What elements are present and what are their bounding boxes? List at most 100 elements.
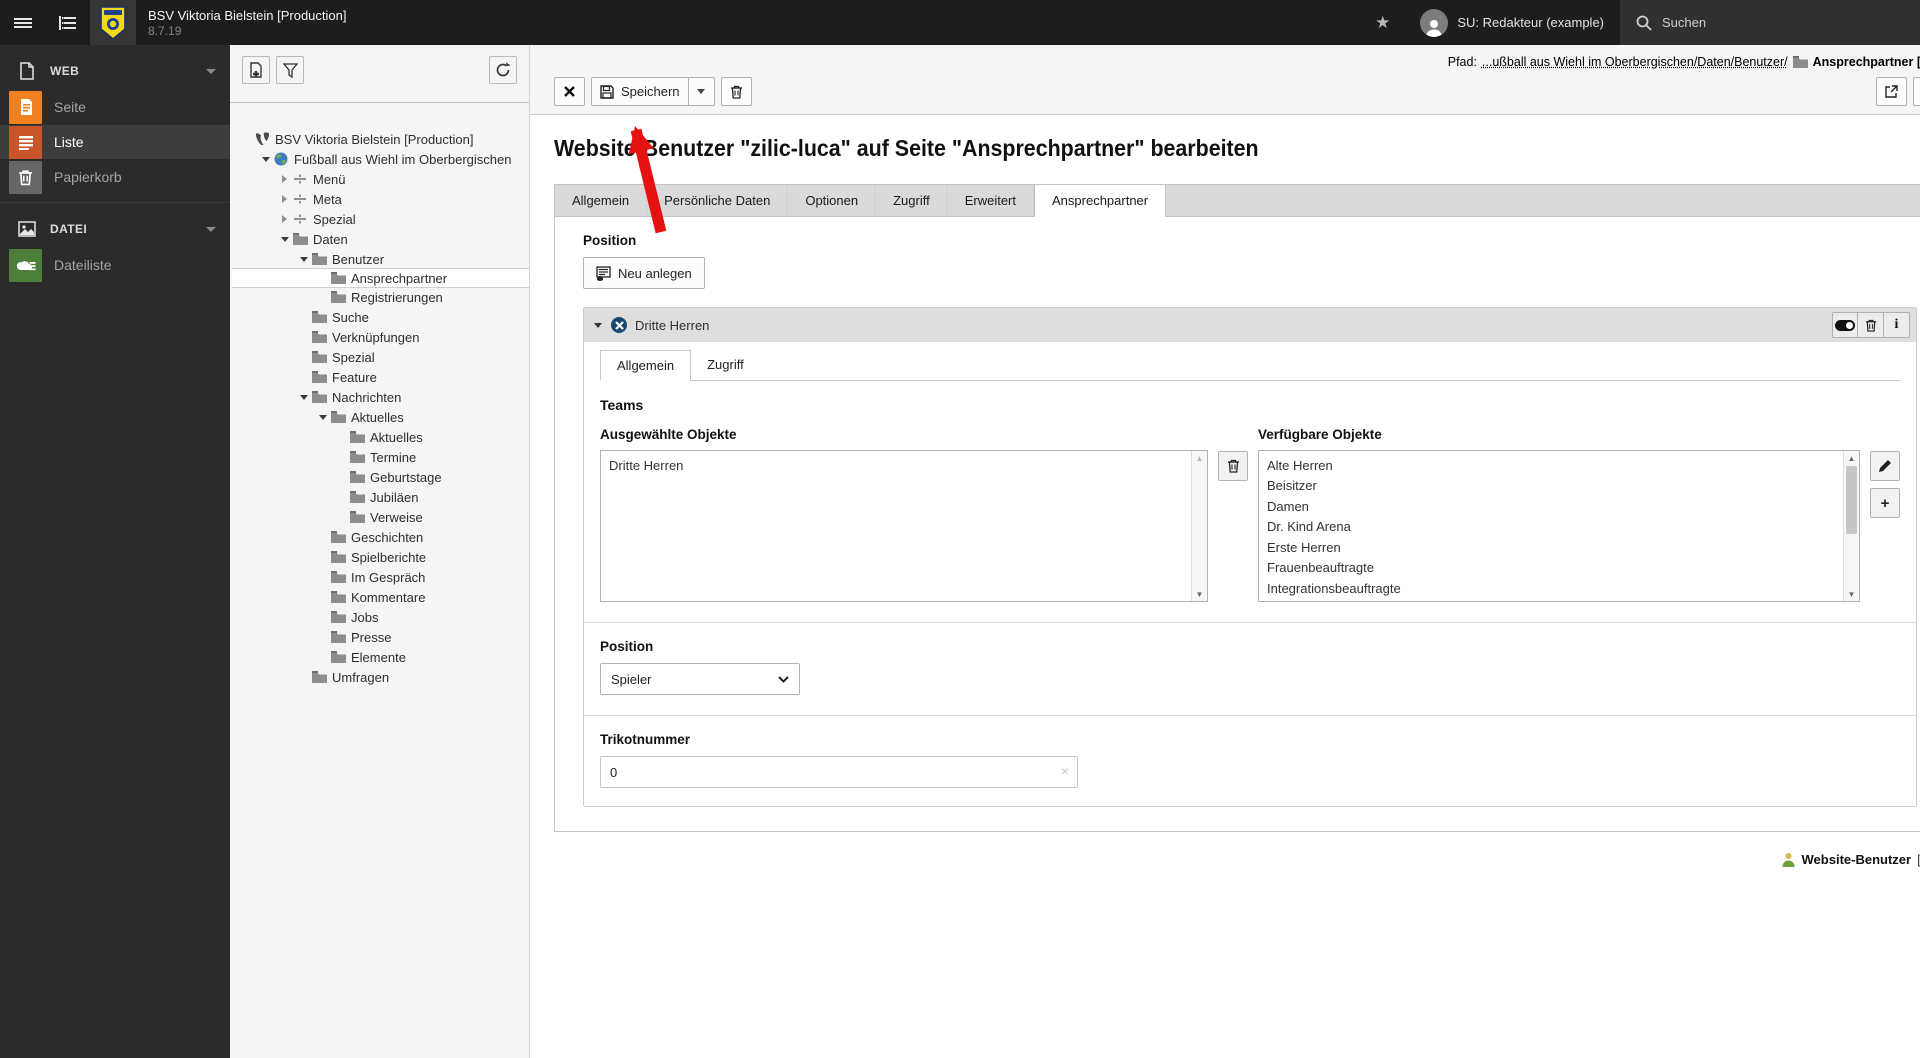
- save-button[interactable]: Speichern: [591, 77, 689, 106]
- info-button[interactable]: i: [1884, 312, 1910, 338]
- scroll-up-icon[interactable]: ▲: [1192, 451, 1207, 465]
- tree-node-label: Fußball aus Wiehl im Oberbergischen: [294, 151, 512, 167]
- delete-button[interactable]: [720, 77, 752, 106]
- tree-node-elemente[interactable]: Elemente: [236, 647, 525, 667]
- tab-optionen[interactable]: Optionen: [788, 185, 877, 216]
- add-button[interactable]: +: [1870, 488, 1900, 518]
- sidebar-item-papierkorb[interactable]: Papierkorb: [0, 160, 230, 194]
- globe-icon: [272, 152, 290, 166]
- refresh-button[interactable]: [489, 56, 517, 84]
- clear-input-icon[interactable]: ×: [1061, 763, 1069, 779]
- tree-node-bsv-viktoria-bielstein-production[interactable]: BSV Viktoria Bielstein [Production]: [236, 129, 525, 149]
- tab-zugriff[interactable]: Zugriff: [876, 185, 948, 216]
- scroll-down-icon[interactable]: ▼: [1192, 587, 1207, 601]
- edit-button[interactable]: [1870, 451, 1900, 481]
- collapse-arrow-icon[interactable]: [297, 256, 310, 262]
- scroll-thumb[interactable]: [1846, 466, 1857, 534]
- option-junge-frauen[interactable]: Junge Frauen: [1259, 599, 1843, 602]
- tree-node-men[interactable]: Menü: [236, 169, 525, 189]
- tree-node-fu-ball-aus-wiehl-im-oberbergischen[interactable]: Fußball aus Wiehl im Oberbergischen: [236, 149, 525, 169]
- bookmark-star-icon[interactable]: ★: [1361, 0, 1404, 45]
- option-integrationsbeauftragte[interactable]: Integrationsbeauftragte: [1259, 578, 1843, 599]
- tree-node-jubil-en[interactable]: Jubiläen: [236, 487, 525, 507]
- collapse-arrow-icon[interactable]: [316, 414, 329, 420]
- expand-arrow-icon[interactable]: [278, 215, 291, 223]
- folder-icon: [348, 511, 366, 523]
- inline-tab-zugriff[interactable]: Zugriff: [691, 350, 760, 380]
- tree-node-suche[interactable]: Suche: [236, 307, 525, 327]
- tree-node-verkn-pfungen[interactable]: Verknüpfungen: [236, 327, 525, 347]
- option-erste-herren[interactable]: Erste Herren: [1259, 537, 1843, 558]
- create-new-button[interactable]: Neu anlegen: [583, 257, 705, 289]
- inline-tab-allgemein[interactable]: Allgemein: [600, 350, 692, 381]
- option-alte-herren[interactable]: Alte Herren: [1259, 455, 1843, 476]
- expand-arrow-icon[interactable]: [278, 175, 291, 183]
- close-button[interactable]: [554, 77, 585, 106]
- module-section-web[interactable]: WEB: [0, 53, 230, 89]
- user-menu[interactable]: SU: Redakteur (example): [1404, 0, 1620, 45]
- save-options-caret[interactable]: [688, 77, 715, 106]
- option-beisitzer[interactable]: Beisitzer: [1259, 476, 1843, 497]
- tree-node-meta[interactable]: Meta: [236, 189, 525, 209]
- option-dritte-herren[interactable]: Dritte Herren: [601, 455, 1191, 476]
- expand-arrow-icon[interactable]: [278, 195, 291, 203]
- position-select[interactable]: Spieler: [600, 663, 800, 695]
- menu-toggle-icon[interactable]: [0, 0, 45, 45]
- tree-node-feature[interactable]: Feature: [236, 367, 525, 387]
- tab-allgemein[interactable]: Allgemein: [555, 185, 648, 216]
- module-section-datei[interactable]: DATEI: [0, 211, 230, 247]
- bookmark-button[interactable]: [1913, 77, 1920, 106]
- tree-node-verweise[interactable]: Verweise: [236, 507, 525, 527]
- shirt-number-input[interactable]: [600, 756, 1078, 788]
- tree-node-geschichten[interactable]: Geschichten: [236, 527, 525, 547]
- scroll-up-icon[interactable]: ▲: [1844, 451, 1859, 465]
- collapse-arrow-icon[interactable]: [278, 236, 291, 242]
- tree-node-ansprechpartner[interactable]: Ansprechpartner: [232, 268, 529, 288]
- tree-node-kommentare[interactable]: Kommentare: [236, 587, 525, 607]
- delete-record-button[interactable]: [1858, 312, 1884, 338]
- collapse-arrow-icon[interactable]: [259, 156, 272, 162]
- scrollbar[interactable]: ▲ ▼: [1843, 451, 1859, 601]
- option-damen[interactable]: Damen: [1259, 496, 1843, 517]
- typo3-backend: BSV Viktoria Bielstein [Production] 8.7.…: [0, 0, 1920, 1058]
- tree-node-daten[interactable]: Daten: [236, 229, 525, 249]
- open-new-window-button[interactable]: [1876, 77, 1907, 106]
- tree-node-registrierungen[interactable]: Registrierungen: [236, 287, 525, 307]
- global-search[interactable]: Suchen: [1620, 0, 1920, 45]
- tree-node-umfragen[interactable]: Umfragen: [236, 667, 525, 687]
- tree-node-spezial[interactable]: Spezial: [236, 347, 525, 367]
- available-objects-listbox[interactable]: Alte Herren Beisitzer Damen Dr. Kind Arena E…: [1258, 450, 1860, 602]
- tree-node-termine[interactable]: Termine: [236, 447, 525, 467]
- tree-node-jobs[interactable]: Jobs: [236, 607, 525, 627]
- site-logo[interactable]: [90, 0, 136, 45]
- tab-pers-nliche-daten[interactable]: Persönliche Daten: [647, 185, 789, 216]
- sidebar-item-dateiliste[interactable]: Dateiliste: [0, 248, 230, 282]
- tree-node-nachrichten[interactable]: Nachrichten: [236, 387, 525, 407]
- tree-node-aktuelles[interactable]: Aktuelles: [236, 407, 525, 427]
- scroll-down-icon[interactable]: ▼: [1844, 587, 1859, 601]
- tree-node-spezial[interactable]: Spezial: [236, 209, 525, 229]
- path-link[interactable]: ...ußball aus Wiehl im Oberbergischen/Da…: [1482, 55, 1788, 69]
- tab-ansprechpartner[interactable]: Ansprechpartner: [1034, 185, 1167, 217]
- filter-button[interactable]: [276, 56, 304, 84]
- tree-node-geburtstage[interactable]: Geburtstage: [236, 467, 525, 487]
- remove-selected-button[interactable]: [1218, 451, 1248, 481]
- collapse-arrow-icon[interactable]: [297, 394, 310, 400]
- sidebar-item-seite[interactable]: Seite: [0, 90, 230, 124]
- tree-node-presse[interactable]: Presse: [236, 627, 525, 647]
- tree-node-aktuelles[interactable]: Aktuelles: [236, 427, 525, 447]
- tree-node-spielberichte[interactable]: Spielberichte: [236, 547, 525, 567]
- toolbar-list-icon[interactable]: [45, 0, 90, 45]
- tab-erweitert[interactable]: Erweitert: [948, 185, 1034, 216]
- inline-record-header[interactable]: Dritte Herren i: [584, 308, 1916, 342]
- option-dr-kind-arena[interactable]: Dr. Kind Arena: [1259, 517, 1843, 538]
- sidebar-item-liste[interactable]: Liste: [0, 125, 230, 159]
- collapse-caret-icon[interactable]: [594, 322, 602, 328]
- hide-toggle-button[interactable]: [1832, 312, 1858, 338]
- selected-objects-listbox[interactable]: Dritte Herren ▲ ▼: [600, 450, 1208, 602]
- option-frauenbeauftragte[interactable]: Frauenbeauftragte: [1259, 558, 1843, 579]
- new-page-button[interactable]: [242, 56, 270, 84]
- scrollbar[interactable]: ▲ ▼: [1191, 451, 1207, 601]
- tree-node-benutzer[interactable]: Benutzer: [236, 249, 525, 269]
- tree-node-im-gespr-ch[interactable]: Im Gespräch: [236, 567, 525, 587]
